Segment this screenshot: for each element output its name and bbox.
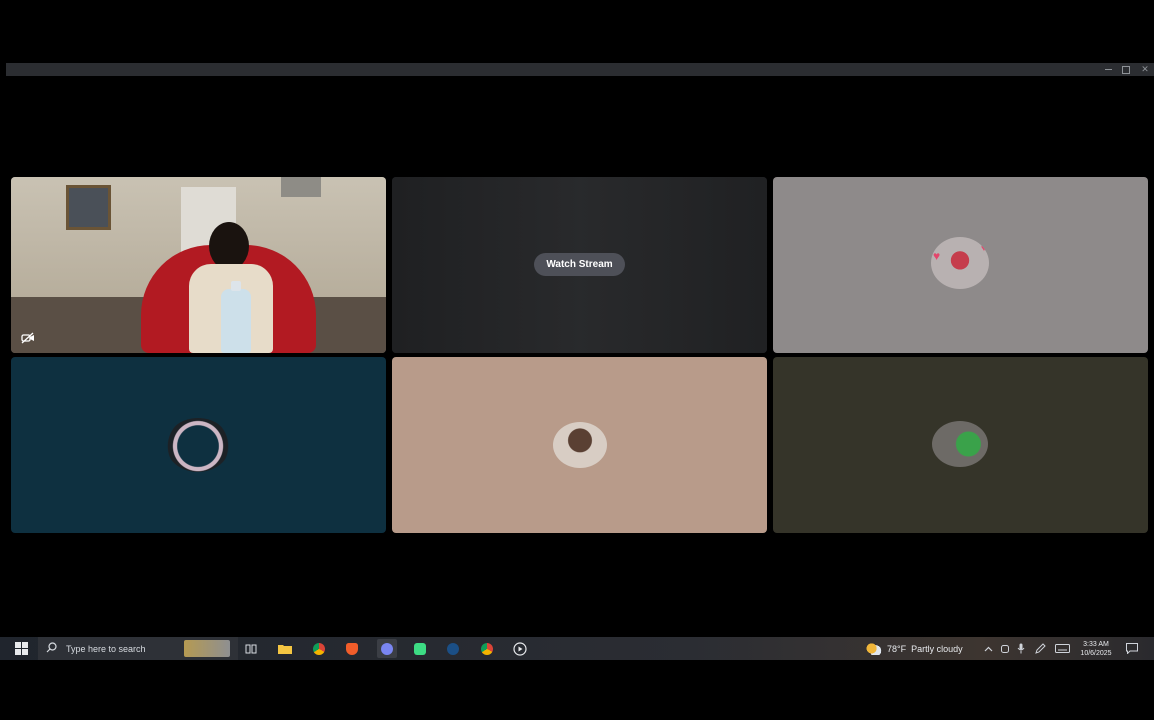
keyboard-icon [1054, 644, 1070, 653]
video-tile-stream[interactable]: Watch Stream [392, 177, 767, 353]
pen-icon [1034, 643, 1046, 654]
android-icon [414, 642, 426, 655]
user-avatar [166, 418, 230, 472]
steam-icon [447, 642, 459, 655]
maximize-button[interactable] [1118, 63, 1134, 76]
file-explorer-icon [278, 645, 292, 654]
video-tile-camera[interactable] [11, 177, 386, 353]
camera-electrical-panel [281, 177, 321, 197]
close-button[interactable]: ✕ [1137, 63, 1153, 76]
clock-date: 10/6/2025 [1080, 649, 1112, 657]
minimize-button[interactable] [1100, 63, 1116, 76]
window-titlebar: ✕ [6, 63, 1154, 76]
camera-person-head [209, 222, 249, 270]
video-tile-avatar[interactable] [392, 357, 767, 533]
chrome-profile-icon [481, 642, 493, 655]
media-player-button[interactable] [510, 639, 530, 658]
brave-icon [346, 642, 358, 655]
camera-picture-frame [66, 185, 111, 230]
weather-temperature: 78°F [887, 643, 907, 654]
notification-center-button[interactable] [1124, 640, 1140, 657]
show-hidden-icons-button[interactable] [982, 640, 994, 657]
video-tile-avatar[interactable]: ♥ ♥ [773, 177, 1148, 353]
start-button[interactable] [10, 641, 32, 656]
user-avatar: ♥ ♥ [931, 237, 989, 289]
partly-cloudy-icon [866, 642, 882, 655]
video-tile-avatar[interactable] [773, 357, 1148, 533]
chrome-profile-button[interactable] [477, 639, 497, 658]
search-icon [46, 641, 62, 656]
camera-feed [11, 177, 386, 353]
watch-stream-button[interactable]: Watch Stream [534, 253, 625, 276]
pen-button[interactable] [1033, 640, 1047, 657]
microphone-button[interactable] [1015, 640, 1027, 657]
weather-widget[interactable]: 78°F Partly cloudy [866, 640, 963, 657]
camera-water-bottle [221, 281, 251, 353]
search-placeholder: Type here to search [66, 643, 146, 654]
chevron-up-icon [984, 646, 992, 651]
tray-app-icon [1001, 644, 1009, 653]
task-view-icon [245, 644, 257, 653]
chrome-button[interactable] [309, 639, 329, 658]
weather-condition: Partly cloudy [911, 643, 963, 654]
steam-button[interactable] [443, 639, 463, 658]
user-avatar [932, 421, 988, 467]
camera-off-icon[interactable] [21, 332, 35, 344]
file-explorer-button[interactable] [275, 639, 295, 658]
task-view-button[interactable] [241, 639, 261, 658]
brave-button[interactable] [342, 639, 362, 658]
video-tile-avatar[interactable] [11, 357, 386, 533]
media-player-icon [513, 641, 527, 656]
chrome-icon [313, 642, 325, 655]
taskbar-search-box[interactable]: Type here to search [38, 637, 238, 660]
keyboard-button[interactable] [1053, 640, 1071, 657]
heart-icon: ♥ [933, 249, 941, 263]
windows-taskbar: Type here to search 78°F Partly cloudy 3… [0, 637, 1154, 660]
discord-button[interactable] [377, 639, 397, 658]
tray-app-button[interactable] [999, 640, 1011, 657]
heart-icon: ♥ [981, 243, 987, 254]
user-avatar [553, 422, 607, 468]
search-highlight-image [184, 640, 230, 657]
android-app-button[interactable] [410, 639, 430, 658]
clock-time: 3:33 AM [1083, 640, 1109, 648]
taskbar-clock[interactable]: 3:33 AM 10/6/2025 [1072, 638, 1120, 659]
microphone-icon [1017, 643, 1025, 654]
windows-logo-icon [14, 642, 28, 655]
notification-icon [1126, 643, 1138, 654]
discord-icon [381, 642, 393, 655]
